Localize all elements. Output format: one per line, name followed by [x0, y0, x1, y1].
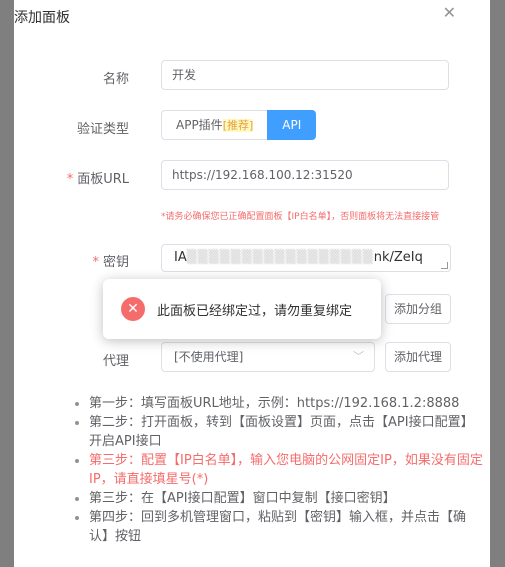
url-label: * 面板URL [67, 168, 129, 187]
instructions-list: 第一步：填写面板URL地址，示例：https://192.168.1.2:888… [69, 394, 484, 546]
step-item-highlight: 第三步：配置【IP白名单】，输入您电脑的公网固定IP，如果没有固定IP，请直接填… [89, 451, 484, 489]
verify-type-api[interactable]: API [267, 110, 317, 140]
url-label-text: 面板URL [77, 172, 129, 187]
step-item: 第三步：在【API接口配置】窗口中复制【接口密钥】 [89, 489, 484, 508]
key-redacted: ▒▒▒▒▒▒▒▒▒▒▒▒▒▒▒▒▒ [186, 250, 374, 265]
dialog-title: 添加面板 [14, 10, 70, 26]
proxy-selected-value: [不使用代理] [174, 350, 244, 364]
add-proxy-button[interactable]: 添加代理 [385, 342, 452, 372]
toast-message: 此面板已经绑定过，请勿重复绑定 [157, 303, 353, 319]
url-input[interactable]: https://192.168.100.12:31520 [161, 160, 449, 190]
proxy-select[interactable]: [不使用代理] ﹀ [161, 342, 375, 372]
step-item: 第二步：打开面板，转到【面板设置】页面，点击【API接口配置】开启API接口 [89, 413, 484, 451]
required-mark: * [66, 172, 74, 187]
error-toast: ✕ 此面板已经绑定过，请勿重复绑定 [103, 279, 381, 339]
verify-type-app-label: APP插件 [176, 118, 223, 132]
add-group-button[interactable]: 添加分组 [385, 294, 452, 324]
error-icon: ✕ [121, 297, 145, 321]
key-value-end: nk/ZeIq [373, 250, 423, 265]
verify-type-label: 验证类型 [76, 122, 129, 137]
key-value-start: IA [174, 250, 187, 265]
close-icon[interactable]: ✕ [443, 3, 456, 22]
verify-type-app-plugin[interactable]: APP插件[推荐] [161, 110, 268, 140]
key-label-text: 密钥 [102, 255, 129, 270]
name-label: 名称 [102, 72, 129, 87]
chevron-down-icon: ﹀ [353, 350, 364, 363]
step-item: 第一步：填写面板URL地址，示例：https://192.168.1.2:888… [89, 394, 484, 413]
recommend-tag: [推荐] [222, 119, 254, 132]
required-mark: * [92, 255, 99, 270]
key-textarea[interactable]: IA▒▒▒▒▒▒▒▒▒▒▒▒▒▒▒▒▒nk/ZeIq [161, 244, 451, 272]
whitelist-warning: *请务必确保您已正确配置面板【IP白名单】，否则面板将无法直接接管 [161, 212, 440, 222]
name-input[interactable]: 开发 [161, 60, 449, 90]
proxy-label: 代理 [102, 354, 129, 369]
verify-type-toggle: APP插件[推荐] API [161, 110, 317, 140]
key-label: * 密钥 [92, 251, 129, 270]
resize-handle-icon[interactable] [441, 262, 448, 269]
step-item: 第四步：回到多机管理窗口，粘贴到【密钥】输入框，并点击【确认】按钮 [89, 508, 484, 546]
